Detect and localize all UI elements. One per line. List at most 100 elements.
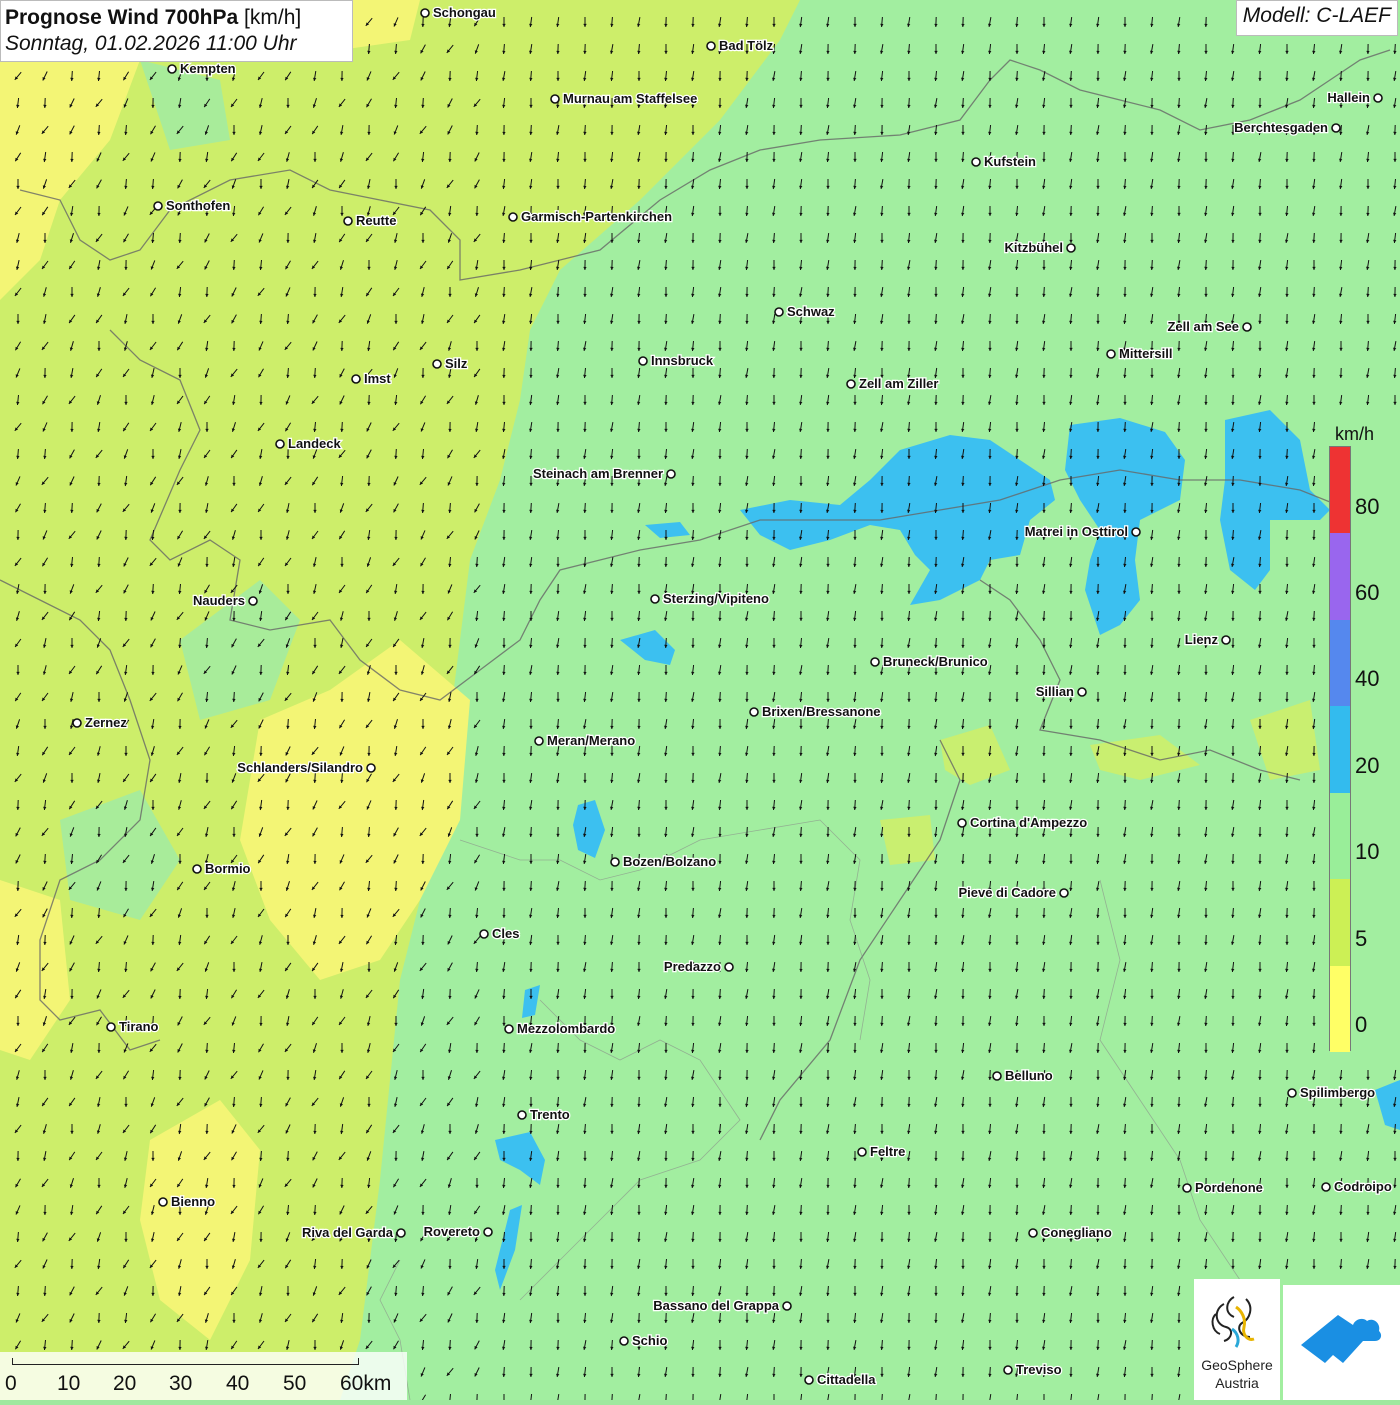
place-dot-icon — [805, 1376, 813, 1384]
legend-tick-label: 20 — [1355, 753, 1379, 779]
place-label: Tirano — [119, 1019, 159, 1034]
place-marker: Kempten — [168, 61, 236, 76]
place-label: Kempten — [180, 61, 236, 76]
place-marker: Rovereto — [424, 1224, 492, 1239]
place-dot-icon — [1288, 1089, 1296, 1097]
place-label: Treviso — [1016, 1362, 1062, 1377]
place-dot-icon — [484, 1228, 492, 1236]
place-marker: Codroipo — [1322, 1179, 1392, 1194]
place-label: Cittadella — [817, 1372, 876, 1387]
legend-colorbar — [1329, 446, 1351, 1051]
place-label: Silz — [445, 356, 468, 371]
place-label: Trento — [530, 1107, 570, 1122]
place-label: Schlanders/Silandro — [237, 760, 363, 775]
scale-label: 60km — [340, 1372, 391, 1396]
place-marker: Treviso — [1004, 1362, 1062, 1377]
place-marker: Landeck — [276, 436, 342, 451]
legend-tick-label: 5 — [1355, 926, 1367, 952]
place-marker: Bormio — [193, 861, 251, 876]
place-label: Zernez — [85, 715, 127, 730]
place-marker: Murnau am Staffelsee — [551, 91, 697, 106]
place-dot-icon — [1222, 636, 1230, 644]
place-dot-icon — [397, 1229, 405, 1237]
place-dot-icon — [958, 819, 966, 827]
place-marker: Feltre — [858, 1144, 905, 1159]
place-marker: Trento — [518, 1107, 570, 1122]
place-label: Feltre — [870, 1144, 905, 1159]
place-dot-icon — [1332, 124, 1340, 132]
scale-bar: 0102030405060km — [0, 1352, 407, 1400]
place-marker: Bienno — [159, 1194, 215, 1209]
place-marker: Silz — [433, 356, 468, 371]
place-label: Conegliano — [1041, 1225, 1112, 1240]
scale-label: 40 — [226, 1372, 249, 1396]
place-label: Murnau am Staffelsee — [563, 91, 697, 106]
place-marker: Hallein — [1327, 90, 1382, 105]
place-dot-icon — [168, 65, 176, 73]
place-dot-icon — [1004, 1366, 1012, 1374]
legend-swatch — [1330, 966, 1350, 1052]
place-label: Sterzing/Vipiteno — [663, 591, 769, 606]
place-dot-icon — [107, 1023, 115, 1031]
place-dot-icon — [871, 658, 879, 666]
place-label: Cles — [492, 926, 519, 941]
app-logo[interactable] — [1283, 1285, 1400, 1400]
place-marker: Sonthofen — [154, 198, 230, 213]
place-label: Imst — [364, 371, 391, 386]
place-dot-icon — [1132, 528, 1140, 536]
place-marker: Schongau — [421, 5, 496, 20]
legend-swatch — [1330, 793, 1350, 879]
place-marker: Brixen/Bressanone — [750, 704, 881, 719]
place-label: Garmisch-Partenkirchen — [521, 209, 672, 224]
place-label: Hallein — [1327, 90, 1370, 105]
scale-label: 10 — [57, 1372, 80, 1396]
place-dot-icon — [159, 1198, 167, 1206]
legend-swatch — [1330, 533, 1350, 619]
place-dot-icon — [154, 202, 162, 210]
place-marker: Reutte — [344, 213, 396, 228]
place-marker: Cles — [480, 926, 519, 941]
place-marker: Zell am See — [1167, 319, 1251, 334]
place-marker: Schio — [620, 1333, 667, 1348]
scale-bar-line — [12, 1358, 359, 1365]
place-dot-icon — [480, 930, 488, 938]
place-marker: Cittadella — [805, 1372, 876, 1387]
place-marker: Meran/Merano — [535, 733, 635, 748]
place-marker: Predazzo — [664, 959, 733, 974]
place-labels: SchongauBad TölzKemptenMurnau am Staffel… — [0, 0, 1400, 1400]
place-marker: Sillian — [1036, 684, 1086, 699]
place-dot-icon — [344, 217, 352, 225]
place-dot-icon — [1107, 350, 1115, 358]
place-dot-icon — [858, 1148, 866, 1156]
place-marker: Conegliano — [1029, 1225, 1112, 1240]
place-label: Bormio — [205, 861, 251, 876]
geosphere-logo[interactable]: GeoSphere Austria — [1194, 1279, 1280, 1400]
place-dot-icon — [725, 963, 733, 971]
place-dot-icon — [651, 595, 659, 603]
place-dot-icon — [518, 1111, 526, 1119]
place-label: Belluno — [1005, 1068, 1053, 1083]
place-marker: Bassano del Grappa — [653, 1298, 791, 1313]
place-marker: Matrei in Osttirol — [1025, 524, 1140, 539]
place-dot-icon — [551, 95, 559, 103]
geosphere-logo-subtext: Austria — [1194, 1375, 1280, 1391]
place-marker: Kitzbühel — [1005, 240, 1076, 255]
place-label: Rovereto — [424, 1224, 480, 1239]
place-dot-icon — [1078, 688, 1086, 696]
place-dot-icon — [276, 440, 284, 448]
place-label: Sonthofen — [166, 198, 230, 213]
legend-swatch — [1330, 706, 1350, 792]
legend-swatch — [1330, 447, 1350, 533]
place-dot-icon — [535, 737, 543, 745]
place-marker: Lienz — [1185, 632, 1230, 647]
scale-label: 0 — [5, 1372, 17, 1396]
place-marker: Nauders — [193, 593, 257, 608]
place-label: Brixen/Bressanone — [762, 704, 881, 719]
place-dot-icon — [1067, 244, 1075, 252]
place-marker: Zell am Ziller — [847, 376, 938, 391]
scale-label: 20 — [113, 1372, 136, 1396]
color-legend: km/h 051020406080 — [1325, 420, 1385, 1060]
place-dot-icon — [433, 360, 441, 368]
place-dot-icon — [249, 597, 257, 605]
place-marker: Berchtesgaden — [1234, 120, 1340, 135]
